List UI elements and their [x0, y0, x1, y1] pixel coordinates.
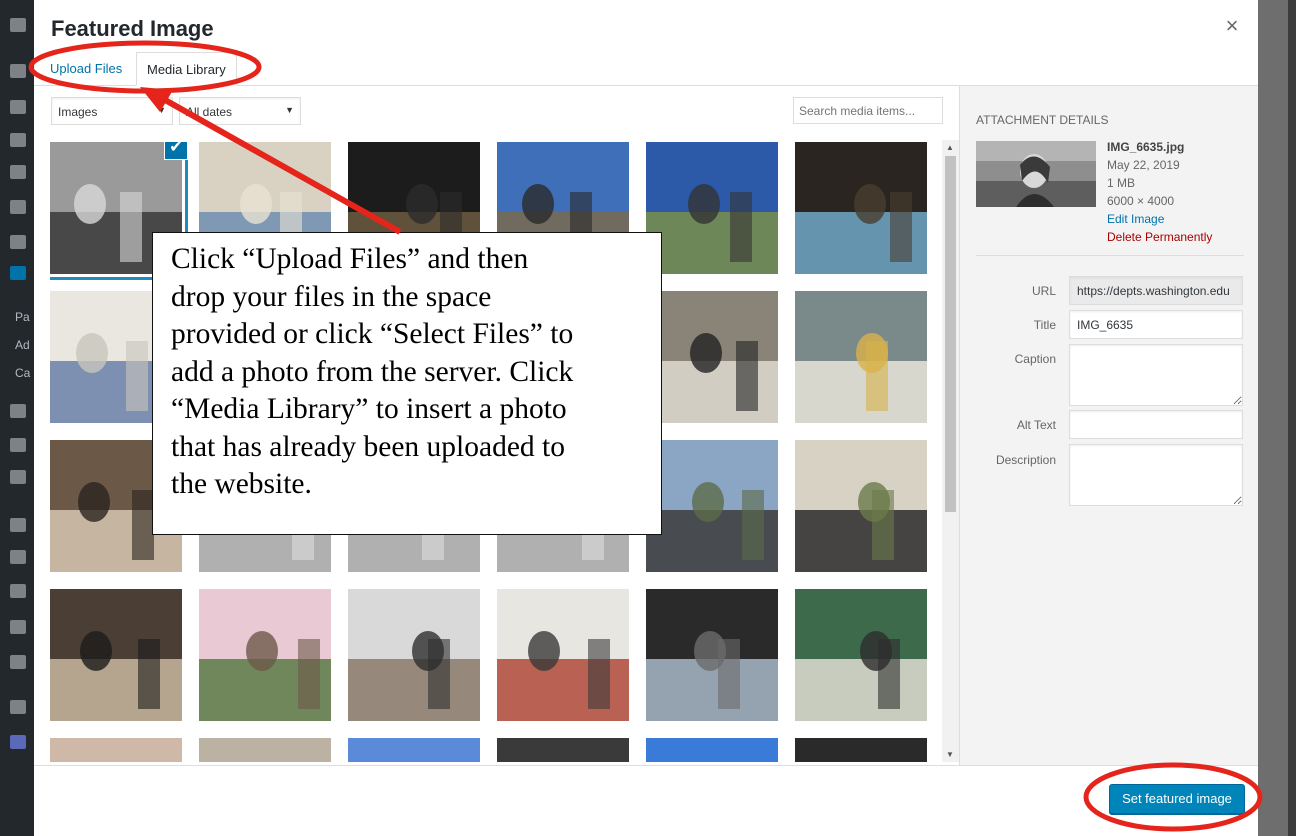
plugin-logo-icon[interactable]: [10, 735, 26, 749]
attachment-date: May 22, 2019: [1107, 158, 1180, 172]
media-thumbnail-row5-4[interactable]: [497, 738, 629, 762]
collapse-icon[interactable]: [10, 700, 26, 714]
title-field[interactable]: [1069, 310, 1243, 339]
attachment-meta: IMG_6635.jpg May 22, 2019 1 MB 6000 × 40…: [1107, 138, 1212, 246]
media-type-filter-value: Images: [58, 105, 98, 119]
sidebar-label-ca[interactable]: Ca: [15, 366, 30, 380]
media-thumbnail-presentation-screen[interactable]: [795, 142, 927, 274]
date-filter[interactable]: All dates ▼: [179, 97, 301, 125]
media-thumbnail-award-group[interactable]: [646, 440, 778, 572]
attachment-size: 1 MB: [1107, 176, 1136, 190]
details-divider: [976, 255, 1244, 256]
dashboard-icon[interactable]: [10, 18, 26, 32]
modal-footer: Set featured image: [34, 765, 1258, 836]
media-thumbnail-dinner-table[interactable]: [50, 589, 182, 721]
grid-scrollbar[interactable]: ▲ ▼: [942, 140, 959, 762]
media-thumbnail-row5-1[interactable]: [50, 738, 182, 762]
media-thumbnail-row5-2[interactable]: [199, 738, 331, 762]
pages-icon[interactable]: [10, 133, 26, 147]
callout-line: that has already been uploaded to: [171, 430, 566, 463]
wp-admin-sidebar: Pa Ad Ca: [0, 0, 36, 836]
tab-upload-files[interactable]: Upload Files: [40, 52, 132, 85]
attachment-filename: IMG_6635.jpg: [1107, 140, 1185, 154]
media-thumbnail-poster-pair[interactable]: [795, 589, 927, 721]
media-thumbnail-cherry-blossom-2[interactable]: [348, 589, 480, 721]
tools-icon[interactable]: [10, 620, 26, 634]
title-label: Title: [1033, 318, 1056, 332]
media-thumbnail-group-hall[interactable]: [795, 440, 927, 572]
instruction-callout: Click “Upload Files” and then drop your …: [152, 232, 662, 535]
users-icon[interactable]: [10, 584, 26, 598]
attachment-dimensions: 6000 × 4000: [1107, 194, 1175, 208]
attachment-thumbnail: [976, 141, 1096, 207]
media-type-filter[interactable]: Images ▼: [51, 97, 173, 125]
caption-label: Caption: [1014, 352, 1056, 366]
forms-icon[interactable]: [10, 404, 26, 418]
media-thumbnail-row5-3[interactable]: [348, 738, 480, 762]
callout-line: “Media Library” to insert a photo: [171, 393, 567, 425]
media-icon[interactable]: [10, 100, 26, 114]
chevron-down-icon: ▼: [157, 105, 166, 115]
edit-image-link[interactable]: Edit Image: [1107, 210, 1212, 228]
media-thumbnail-upside-down-group[interactable]: [646, 142, 778, 274]
chevron-down-icon: ▼: [285, 105, 294, 115]
people-icon[interactable]: [10, 266, 26, 280]
sidebar-label-pa[interactable]: Pa: [15, 310, 30, 324]
page-background-right: [1258, 0, 1296, 836]
media-thumbnail-poster-woman-yellow[interactable]: [795, 291, 927, 423]
selected-check-icon[interactable]: ✔: [164, 142, 188, 160]
layout-icon[interactable]: [10, 235, 26, 249]
media-thumbnail-cherry-blossom-1[interactable]: [199, 589, 331, 721]
download-icon[interactable]: [10, 200, 26, 214]
attachment-details-heading: ATTACHMENT DETAILS: [976, 113, 1109, 127]
callout-line: provided or click “Select Files” to: [171, 318, 574, 350]
media-thumbnail-row5-6[interactable]: [795, 738, 927, 762]
callout-line: drop your files in the space: [171, 280, 492, 313]
description-field[interactable]: [1069, 444, 1243, 506]
settings-icon[interactable]: [10, 655, 26, 669]
set-featured-image-button[interactable]: Set featured image: [1109, 784, 1245, 814]
table-icon[interactable]: [10, 438, 26, 452]
media-thumbnail-row5-5[interactable]: [646, 738, 778, 762]
media-thumbnail-poster-student[interactable]: [646, 291, 778, 423]
media-thumbnail-spsp-podium[interactable]: [646, 589, 778, 721]
plugins-icon[interactable]: [10, 518, 26, 532]
scroll-down-icon[interactable]: ▼: [946, 750, 954, 759]
alt-text-field[interactable]: [1069, 410, 1243, 439]
sidebar-label-ad[interactable]: Ad: [15, 338, 30, 352]
date-filter-value: All dates: [186, 105, 233, 119]
brush-icon[interactable]: [10, 550, 26, 564]
close-icon[interactable]: ×: [1220, 14, 1244, 38]
pin-icon[interactable]: [10, 64, 26, 78]
callout-line: add a photo from the server. Click: [171, 355, 574, 388]
search-media-input[interactable]: [793, 97, 943, 124]
callout-line: the website.: [171, 468, 312, 500]
attachment-details-panel: ATTACHMENT DETAILS IMG_6635.jpg May 22, …: [959, 86, 1258, 765]
callout-line: Click “Upload Files” and then: [171, 243, 529, 275]
alt-text-label: Alt Text: [1016, 418, 1056, 432]
url-field[interactable]: [1069, 276, 1243, 305]
scroll-up-icon[interactable]: ▲: [946, 143, 954, 152]
comments-icon[interactable]: [10, 165, 26, 179]
url-label: URL: [1031, 284, 1056, 298]
media-router-tabs: Upload Files Media Library: [34, 52, 1258, 86]
caption-field[interactable]: [1069, 344, 1243, 406]
description-label: Description: [995, 453, 1056, 467]
quote-icon[interactable]: [10, 470, 26, 484]
delete-permanently-link[interactable]: Delete Permanently: [1107, 228, 1212, 246]
tab-media-library[interactable]: Media Library: [136, 52, 237, 86]
modal-title: Featured Image: [51, 16, 214, 41]
media-thumbnail-debunking-stereotypes[interactable]: [497, 589, 629, 721]
scrollbar-thumb[interactable]: [945, 156, 956, 512]
